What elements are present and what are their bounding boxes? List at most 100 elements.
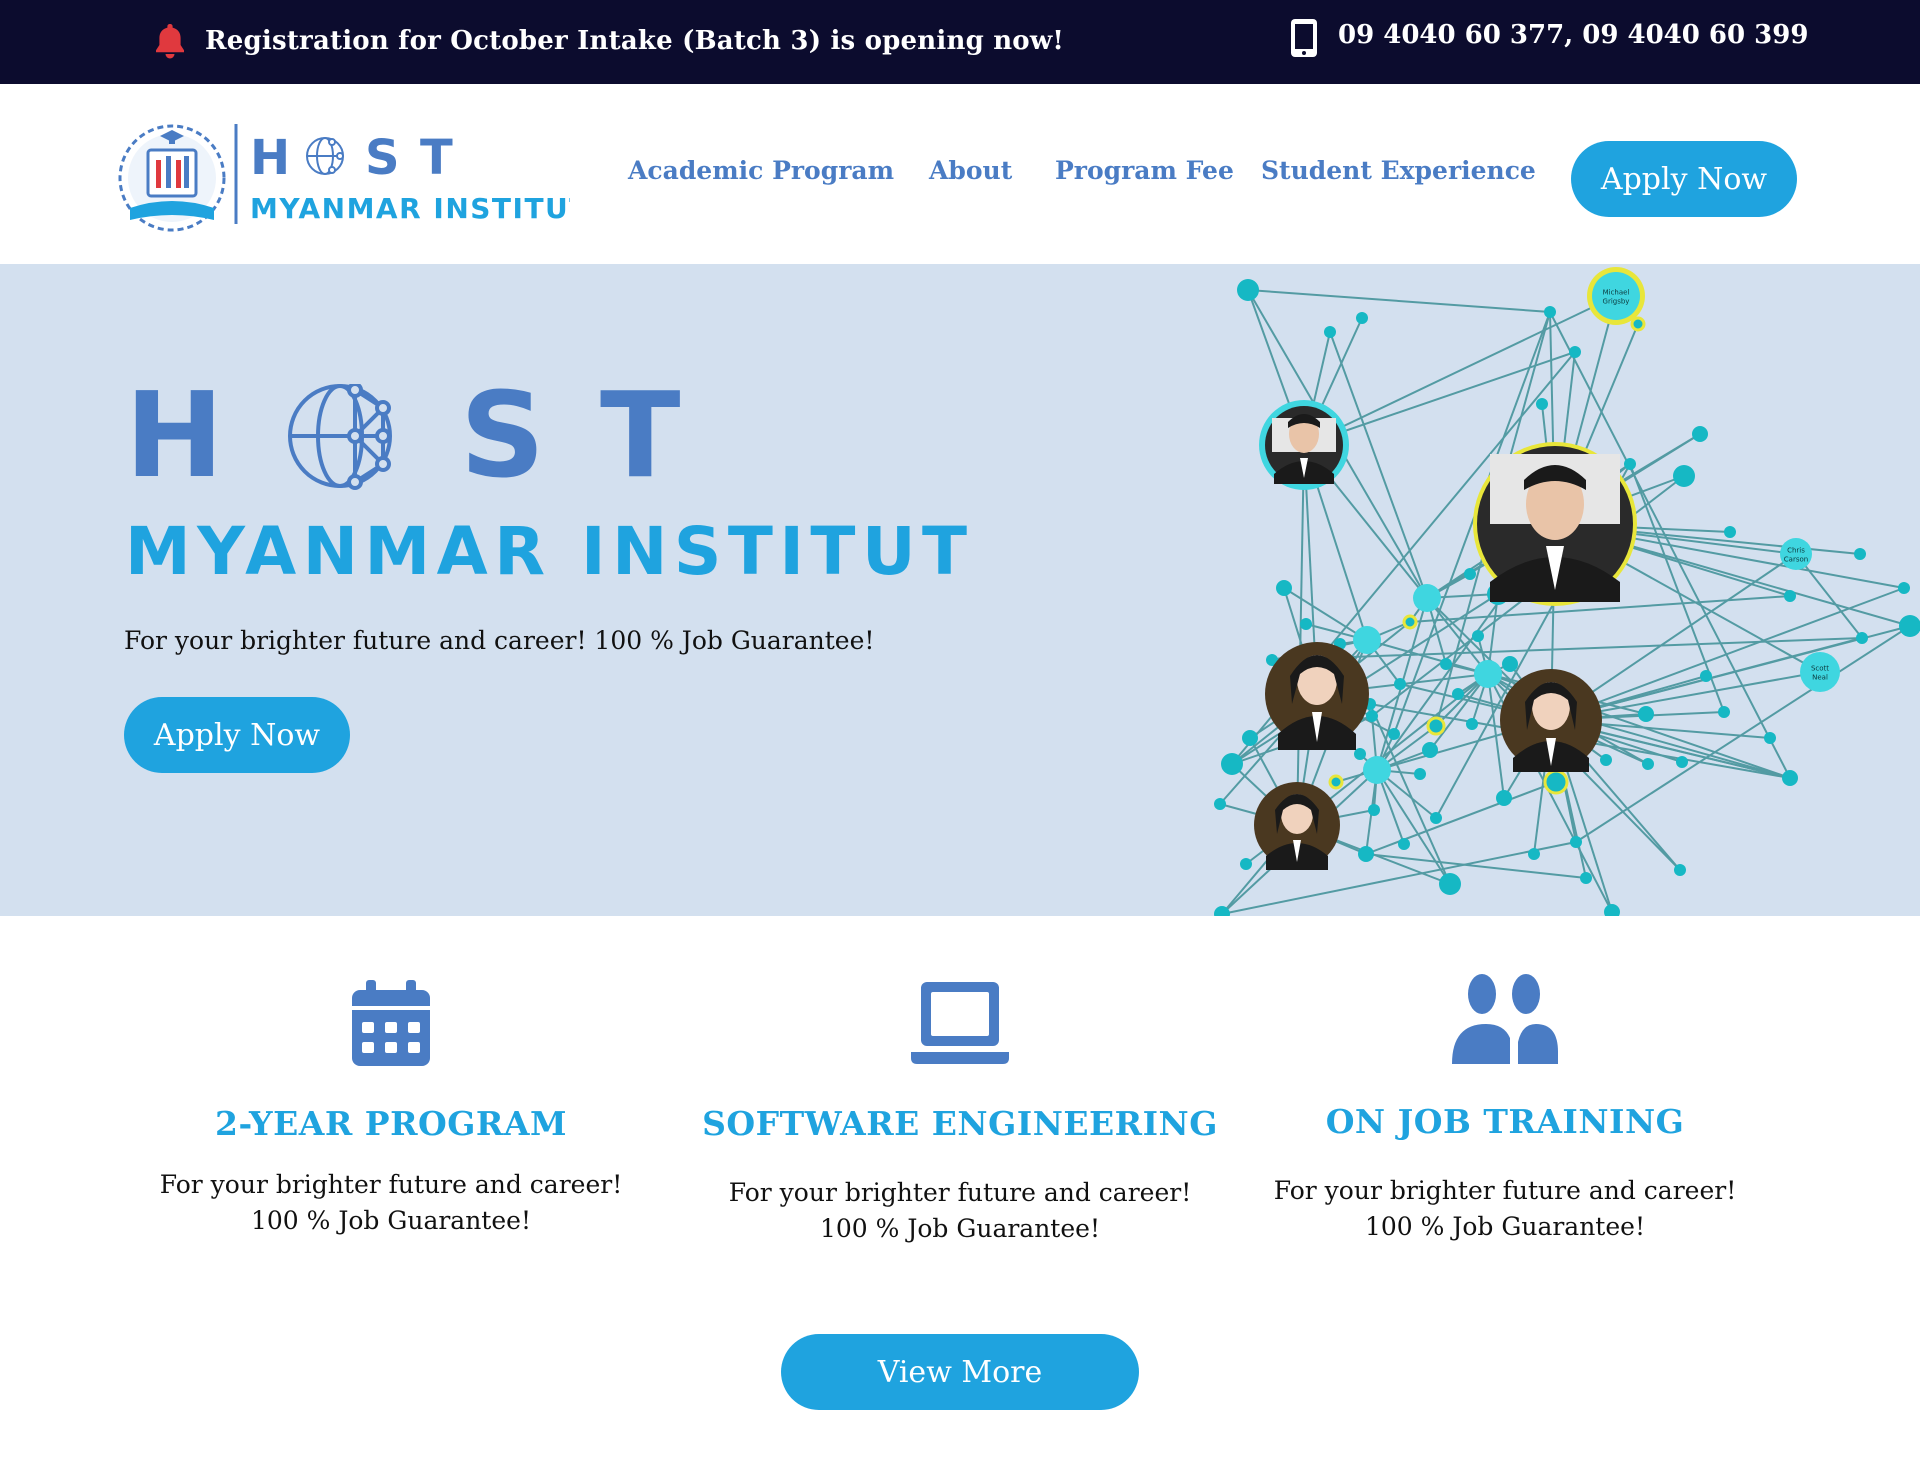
svg-text:S: S <box>365 130 400 186</box>
header-apply-now-button[interactable]: Apply Now <box>1571 141 1797 217</box>
network-node <box>1358 846 1374 862</box>
network-node <box>1543 769 1569 795</box>
network-node-label: Chris <box>1787 547 1805 555</box>
network-hub-node <box>1353 626 1381 654</box>
network-node <box>1242 730 1258 746</box>
network-node <box>1214 798 1226 810</box>
network-node <box>1580 872 1592 884</box>
network-node <box>1366 710 1378 722</box>
feature-title: SOFTWARE ENGINEERING <box>702 1104 1218 1143</box>
network-node <box>1898 582 1910 594</box>
avatar-man-small-icon <box>1259 400 1349 490</box>
svg-text:H: H <box>125 384 224 504</box>
network-node <box>1472 630 1484 642</box>
network-node <box>1240 858 1252 870</box>
globe-network-icon <box>288 384 392 490</box>
network-node <box>1398 838 1410 850</box>
network-labelled-node: ScottNeal <box>1800 652 1840 692</box>
network-labelled-node: MichaelGrigsby <box>1587 267 1645 325</box>
network-node-label: Grigsby <box>1603 298 1630 306</box>
network-labelled-node: ChrisCarson <box>1780 538 1812 570</box>
network-node <box>1642 758 1654 770</box>
network-node <box>1673 465 1695 487</box>
feature-description-line1: For your brighter future and career! <box>159 1170 623 1199</box>
nav-about[interactable]: About <box>929 156 1012 185</box>
avatar-woman-icon-2 <box>1500 669 1602 772</box>
network-node <box>1237 279 1259 301</box>
network-node <box>1440 658 1452 670</box>
nav-academic-program[interactable]: Academic Program <box>628 156 894 185</box>
network-node <box>1854 548 1866 560</box>
svg-text:MYANMAR INSTITUTE: MYANMAR INSTITUTE <box>125 513 975 584</box>
network-hub-node <box>1474 660 1502 688</box>
feature-description-line1: For your brighter future and career! <box>728 1178 1192 1207</box>
network-node <box>1784 590 1796 602</box>
feature-on-job-training: ON JOB TRAINING For your brighter future… <box>1245 972 1765 1245</box>
network-node-label: Carson <box>1784 556 1808 564</box>
network-node <box>1674 864 1686 876</box>
network-node-label: Scott <box>1811 665 1829 673</box>
network-node <box>1452 688 1464 700</box>
network-node <box>1630 316 1646 332</box>
laurel-emblem-icon <box>118 124 226 232</box>
network-node <box>1328 774 1344 790</box>
avatar-man-large-icon <box>1473 442 1637 606</box>
announcement-bar: Registration for October Intake (Batch 3… <box>0 0 1920 84</box>
network-node <box>1439 873 1461 895</box>
network-node <box>1221 753 1243 775</box>
network-hub-node <box>1413 584 1441 612</box>
network-node <box>1502 656 1518 672</box>
site-header: H S T MYANMAR INSTITUTE Academic Program… <box>0 84 1920 264</box>
network-graph-illustration: MichaelGrigsby ChrisCarson ScottNeal <box>1214 267 1920 916</box>
network-node <box>1466 718 1478 730</box>
feature-software-engineering: SOFTWARE ENGINEERING For your brighter f… <box>700 978 1220 1247</box>
network-node <box>1388 728 1400 740</box>
nav-student-experience[interactable]: Student Experience <box>1261 156 1536 185</box>
network-node <box>1899 615 1920 637</box>
svg-text:MYANMAR INSTITUTE: MYANMAR INSTITUTE <box>250 192 570 225</box>
network-node <box>1638 706 1654 722</box>
network-node <box>1464 568 1476 580</box>
network-node <box>1276 580 1292 596</box>
network-node <box>1604 904 1620 916</box>
globe-network-icon <box>306 137 344 175</box>
network-node <box>1856 632 1868 644</box>
network-node <box>1764 732 1776 744</box>
hero-tagline: For your brighter future and career! 100… <box>124 626 875 655</box>
calendar-icon <box>352 980 430 1066</box>
phone-numbers[interactable]: 09 4040 60 377, 09 4040 60 399 <box>1338 20 1808 50</box>
hero-apply-now-button[interactable]: Apply Now <box>124 697 350 773</box>
nav-program-fee[interactable]: Program Fee <box>1055 156 1234 185</box>
network-hub-node <box>1363 756 1391 784</box>
feature-description-line2: 100 % Job Guarantee! <box>819 1214 1100 1243</box>
network-node-label: Michael <box>1603 289 1630 297</box>
view-more-button[interactable]: View More <box>781 1334 1139 1410</box>
network-node <box>1536 398 1548 410</box>
hero-host-logo: H S T MYANMAR INSTITUTE <box>125 384 975 584</box>
network-node <box>1324 326 1336 338</box>
network-node <box>1724 526 1736 538</box>
feature-title: ON JOB TRAINING <box>1325 1102 1685 1141</box>
network-node <box>1300 618 1312 630</box>
network-node <box>1782 770 1798 786</box>
announcement-text: Registration for October Intake (Batch 3… <box>205 26 1065 56</box>
svg-text:S: S <box>460 384 545 504</box>
network-node <box>1426 716 1446 736</box>
network-node <box>1624 458 1636 470</box>
hero-section: H S T MYANMAR INSTITUTE For your brighte… <box>0 264 1920 916</box>
bell-icon <box>156 24 184 59</box>
network-node <box>1569 346 1581 358</box>
network-node <box>1422 742 1438 758</box>
svg-text:T: T <box>600 384 681 504</box>
svg-text:H: H <box>250 130 304 186</box>
host-logo[interactable]: H S T MYANMAR INSTITUTE <box>110 116 570 236</box>
feature-title: 2-YEAR PROGRAM <box>215 1104 567 1143</box>
network-node <box>1570 836 1582 848</box>
feature-description-line2: 100 % Job Guarantee! <box>1364 1212 1645 1241</box>
network-node <box>1528 848 1540 860</box>
network-node <box>1676 756 1688 768</box>
network-node <box>1356 312 1368 324</box>
feature-description-line1: For your brighter future and career! <box>1273 1176 1737 1205</box>
network-node <box>1496 790 1512 806</box>
users-icon <box>1452 974 1558 1064</box>
